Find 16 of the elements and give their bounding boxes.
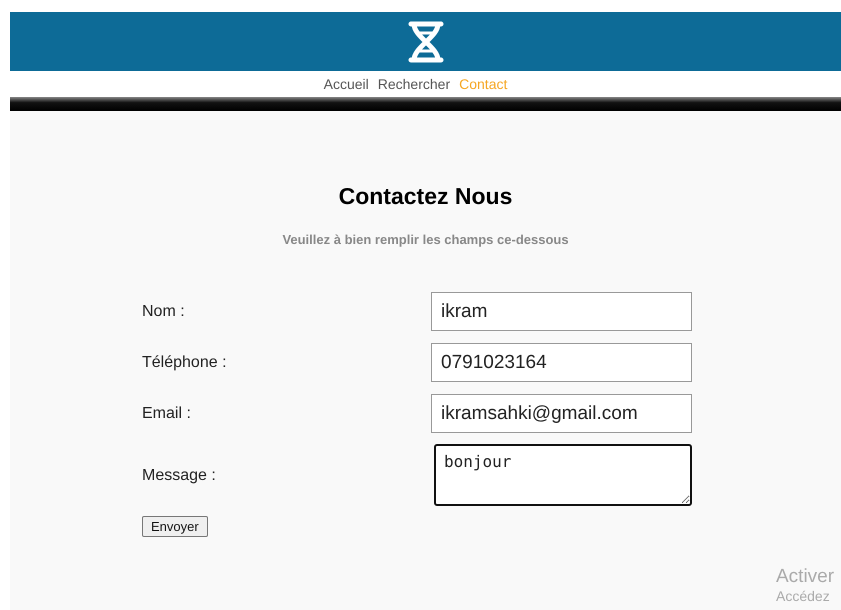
nav-link[interactable]: Rechercher <box>378 76 450 92</box>
field-label: Nom : <box>142 302 185 320</box>
field-label: Message : <box>142 466 216 484</box>
message-field[interactable]: bonjour <box>434 444 692 506</box>
field-label: Email : <box>142 404 191 422</box>
input-field[interactable]: ikram <box>431 292 692 331</box>
activation-text: Accédez <box>776 588 831 604</box>
field-label: Téléphone : <box>142 354 227 372</box>
input-field[interactable]: 0791023164 <box>431 343 692 382</box>
page-heading: Contactez Nous <box>338 183 514 210</box>
input-field[interactable]: ikramsahki@gmail.com <box>431 394 692 433</box>
subtitle: Veuillez à bien remplir les champs ce-dessous <box>281 232 570 247</box>
dna-icon <box>406 20 446 62</box>
activation-title: Activer <box>776 566 834 588</box>
nav-link[interactable]: Accueil <box>324 76 369 92</box>
submit-button[interactable]: Envoyer <box>142 516 208 537</box>
